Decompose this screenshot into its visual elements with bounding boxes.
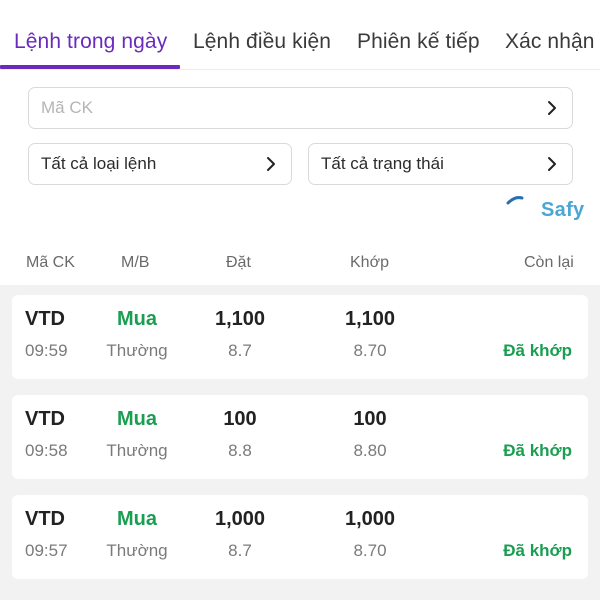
- tab-next-session[interactable]: Phiên kế tiếp: [357, 30, 480, 54]
- safy-logo-mark: [506, 196, 524, 205]
- chevron-right-icon: [544, 100, 560, 116]
- order-list: VTD 09:59 Mua Thường 1,100 8.7 1,100 8.7…: [0, 285, 600, 600]
- chevron-right-icon: [263, 156, 279, 172]
- order-status-badge: Đã khớp: [503, 441, 572, 460]
- order-side: Mua: [117, 308, 157, 330]
- matched-price: 8.80: [353, 441, 387, 460]
- column-header-remaining: Còn lại: [524, 254, 574, 271]
- matched-price: 8.70: [353, 341, 387, 360]
- order-time: 09:58: [25, 441, 68, 460]
- order-side: Mua: [117, 508, 157, 530]
- order-symbol: VTD: [25, 308, 65, 330]
- order-side: Mua: [117, 408, 157, 430]
- placed-quantity: 1,100: [214, 308, 266, 330]
- matched-price: 8.70: [353, 541, 387, 560]
- placed-price: 8.8: [228, 441, 252, 460]
- safy-logo: Safy: [505, 195, 595, 229]
- column-header-matched: Khớp: [350, 254, 389, 271]
- symbol-filter-placeholder: Mã CK: [41, 98, 93, 117]
- placed-price: 8.7: [228, 341, 252, 360]
- order-type: Thường: [106, 341, 168, 360]
- chevron-right-icon: [544, 156, 560, 172]
- order-status-badge: Đã khớp: [503, 341, 572, 360]
- tab-confirmation[interactable]: Xác nhận l: [505, 30, 600, 54]
- column-header-symbol: Mã CK: [26, 254, 75, 271]
- order-symbol: VTD: [25, 408, 65, 430]
- safy-logo-text: Safy: [541, 199, 585, 221]
- status-filter[interactable]: Tất cả trạng thái: [308, 143, 573, 185]
- placed-quantity: 100: [223, 408, 257, 430]
- order-type-filter-label: Tất cả loại lệnh: [41, 154, 157, 173]
- order-tabs: Lệnh trong ngày Lệnh điều kiện Phiên kế …: [0, 0, 600, 70]
- order-status-badge: Đã khớp: [503, 541, 572, 560]
- order-symbol: VTD: [25, 508, 65, 530]
- order-type: Thường: [106, 441, 168, 460]
- matched-quantity: 1,100: [344, 308, 396, 330]
- order-type-filter[interactable]: Tất cả loại lệnh: [28, 143, 292, 185]
- placed-price: 8.7: [228, 541, 252, 560]
- tab-intraday-orders[interactable]: Lệnh trong ngày: [14, 30, 167, 54]
- order-row[interactable]: VTD 09:57 Mua Thường 1,000 8.7 1,000 8.7…: [12, 495, 588, 579]
- symbol-filter[interactable]: Mã CK: [28, 87, 573, 129]
- placed-quantity: 1,000: [214, 508, 266, 530]
- order-time: 09:59: [25, 341, 68, 360]
- order-row[interactable]: VTD 09:59 Mua Thường 1,100 8.7 1,100 8.7…: [12, 295, 588, 379]
- tab-conditional-orders[interactable]: Lệnh điều kiện: [193, 30, 331, 54]
- order-type: Thường: [106, 541, 168, 560]
- order-row[interactable]: VTD 09:58 Mua Thường 100 8.8 100 8.80 Đã…: [12, 395, 588, 479]
- column-header-side: M/B: [121, 254, 150, 271]
- status-filter-label: Tất cả trạng thái: [321, 154, 444, 173]
- order-time: 09:57: [25, 541, 68, 560]
- tabs-divider: [0, 69, 600, 70]
- matched-quantity: 100: [353, 408, 387, 430]
- matched-quantity: 1,000: [344, 508, 396, 530]
- column-header-placed: Đặt: [226, 254, 251, 271]
